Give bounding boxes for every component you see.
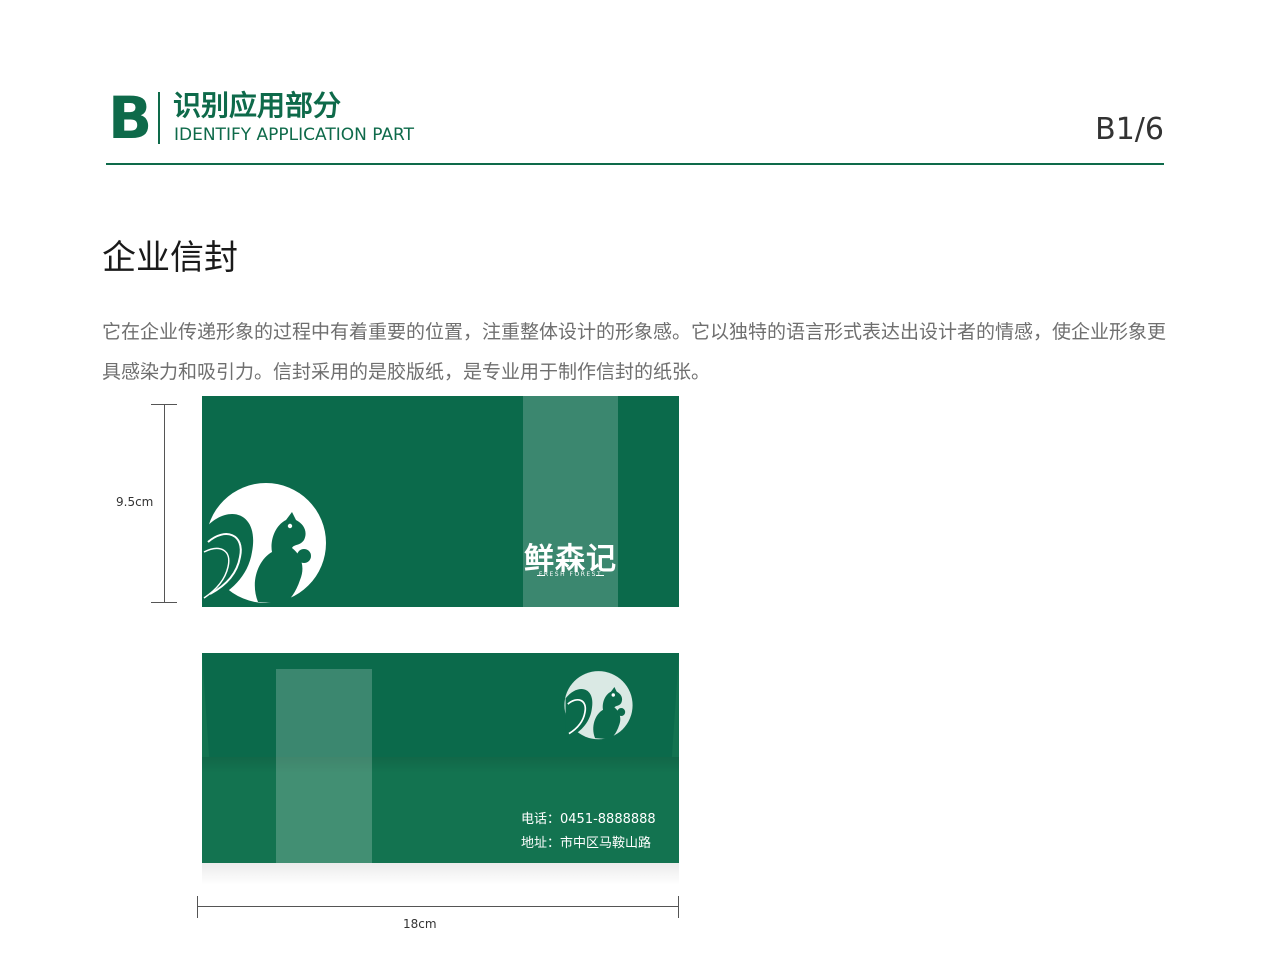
width-dimension-line	[197, 906, 679, 907]
width-dimension-left-tick	[197, 896, 198, 918]
header-title-cn: 识别应用部分	[173, 89, 342, 122]
envelope-back: 鲜森记 FRESH FOREST	[202, 396, 679, 607]
height-dimension-bottom-tick	[151, 602, 177, 603]
squirrel-icon	[564, 671, 633, 740]
flap-shadow	[202, 757, 679, 773]
section-description: 它在企业传递形象的过程中有着重要的位置，注重整体设计的形象感。它以独特的语言形式…	[102, 321, 1167, 383]
address-line: 地址：市中区马鞍山路	[521, 836, 652, 851]
section-letter: B	[108, 84, 153, 152]
section-title: 企业信封	[102, 238, 238, 278]
header-rule	[106, 163, 1164, 165]
brand-rule-right	[596, 575, 604, 576]
height-dimension-label: 9.5cm	[116, 495, 154, 509]
envelope-front-stripe	[276, 669, 372, 863]
header-divider	[158, 92, 160, 144]
height-dimension-line	[164, 404, 165, 602]
envelope-front: 电话：0451-8888888 地址：市中区马鞍山路	[202, 653, 679, 863]
squirrel-icon	[202, 483, 326, 607]
phone-line: 电话：0451-8888888	[521, 812, 656, 827]
envelope-reflection	[202, 863, 679, 885]
header-title-en: IDENTIFY APPLICATION PART	[174, 125, 414, 145]
width-dimension-right-tick	[678, 896, 679, 918]
width-dimension-label: 18cm	[403, 917, 437, 931]
page-number: B1/6	[1095, 112, 1164, 147]
